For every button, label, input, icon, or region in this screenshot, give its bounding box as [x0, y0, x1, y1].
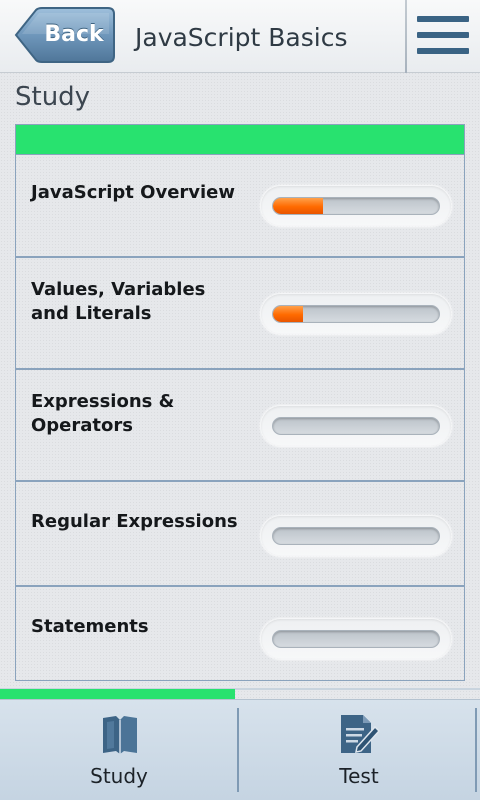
bottom-tab-bar: Study Test	[0, 699, 480, 800]
tab-study-label: Study	[90, 764, 148, 788]
lesson-progress-bar	[261, 294, 451, 334]
progress-track	[272, 417, 440, 435]
test-pencil-icon	[339, 713, 381, 761]
tab-study[interactable]: Study	[0, 700, 238, 800]
lesson-title: JavaScript Overview	[31, 182, 236, 203]
menu-button[interactable]	[407, 0, 480, 73]
tab-test[interactable]: Test	[240, 700, 478, 800]
list-header-bar	[16, 125, 464, 155]
list-item[interactable]: Statements	[16, 587, 464, 680]
progress-track	[272, 630, 440, 648]
app-header: Back JavaScript Basics	[0, 0, 480, 73]
lesson-progress-bar	[261, 619, 451, 659]
progress-fill	[273, 306, 303, 322]
lesson-progress-bar	[261, 186, 451, 226]
page-title: JavaScript Basics	[135, 23, 348, 52]
list-item[interactable]: Values, Variables and Literals	[16, 258, 464, 370]
lesson-title: Expressions & Operators	[31, 391, 175, 436]
list-item[interactable]: JavaScript Overview	[16, 156, 464, 258]
lesson-progress-bar	[261, 406, 451, 446]
book-icon	[100, 714, 140, 760]
screen: Back JavaScript Basics Study JavaScript …	[0, 0, 480, 800]
lesson-list: JavaScript Overview Values, Variables an…	[15, 124, 465, 681]
tab-test-label: Test	[339, 764, 379, 788]
progress-track	[272, 305, 440, 323]
progress-track	[272, 197, 440, 215]
tab-bar-edge	[475, 708, 477, 792]
back-button[interactable]: Back	[14, 6, 116, 64]
list-item[interactable]: Expressions & Operators	[16, 370, 464, 482]
back-button-label: Back	[44, 22, 104, 47]
progress-fill	[273, 198, 323, 214]
lesson-title: Values, Variables and Literals	[31, 279, 206, 324]
section-title: Study	[15, 82, 91, 112]
lesson-progress-bar	[261, 516, 451, 556]
tab-divider	[237, 708, 239, 792]
progress-track	[272, 527, 440, 545]
lesson-title: Regular Expressions	[31, 511, 238, 532]
overall-progress-fill	[0, 689, 236, 699]
list-item[interactable]: Regular Expressions	[16, 482, 464, 587]
lesson-title: Statements	[31, 616, 149, 637]
